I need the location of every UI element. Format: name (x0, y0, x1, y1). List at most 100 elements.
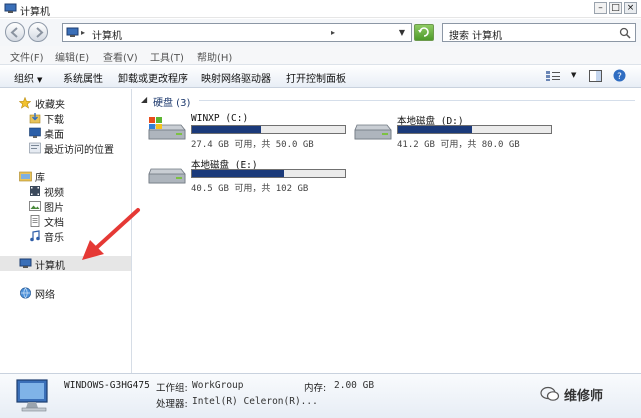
menu-file[interactable]: 文件(F) (10, 49, 44, 64)
drive-usage-fill (398, 126, 473, 133)
network-icon (20, 287, 31, 299)
memory-value: 2.00 GB (334, 380, 375, 391)
workgroup-value: WorkGroup (192, 380, 244, 391)
document-icon (30, 215, 40, 227)
drive-usage-bar (397, 125, 552, 134)
title-bar: 计算机 – □ × (0, 0, 641, 18)
watermark-text: 维修师 (564, 389, 604, 404)
content-pane: ◢ 硬盘 (3) WINXP (C:) 27.4 GB 可用，共 50.0 GB… (133, 89, 641, 373)
chevron-down-icon: ▼ (37, 76, 43, 84)
libraries-icon (19, 171, 32, 182)
minimize-button[interactable]: – (594, 2, 607, 14)
forward-arrow-icon (36, 27, 44, 38)
downloads-folder-icon (29, 113, 41, 124)
back-button[interactable] (5, 22, 25, 42)
svg-text:?: ? (617, 72, 622, 82)
sidebar-item-libraries[interactable]: 库 (0, 168, 131, 184)
processor-value: Intel(R) Celeron(R)... (192, 396, 318, 407)
back-arrow-icon (10, 27, 18, 38)
menu-bar: 文件(F) 编辑(E) 查看(V) 工具(T) 帮助(H) (0, 46, 641, 64)
desktop-icon (29, 127, 41, 138)
help-icon[interactable]: ? (613, 69, 626, 82)
music-icon (30, 230, 40, 242)
workgroup-label: 工作组: (156, 383, 188, 394)
breadcrumb-location[interactable]: 计算机 (92, 27, 122, 42)
drive-usage-fill (192, 170, 285, 177)
computer-icon (66, 27, 79, 37)
search-icon[interactable] (619, 27, 631, 39)
sidebar-label: 图片 (44, 203, 64, 214)
menu-tools[interactable]: 工具(T) (150, 49, 184, 64)
organize-button[interactable]: 组织 ▼ (14, 70, 42, 85)
menu-view[interactable]: 查看(V) (103, 49, 138, 64)
drive-usage-bar (191, 169, 346, 178)
drive-free-space: 41.2 GB 可用，共 80.0 GB (397, 140, 520, 150)
sidebar-item-downloads[interactable]: 下载 (0, 110, 131, 126)
command-bar: 组织 ▼ 系统属性 卸载或更改程序 映射网络驱动器 打开控制面板 ▼ ? (0, 64, 641, 88)
window-title: 计算机 (20, 7, 50, 18)
group-divider (199, 100, 635, 101)
sidebar-label: 网络 (35, 290, 55, 301)
refresh-button[interactable] (414, 24, 434, 41)
breadcrumb-chevron-icon[interactable]: ▸ (331, 28, 335, 37)
drive-d[interactable]: 本地磁盘 (D:) 41.2 GB 可用，共 80.0 GB (353, 113, 553, 163)
drive-usage-bar (191, 125, 346, 134)
address-row: ▸ 计算机 ▸ ▼ 搜索 计算机 (0, 19, 641, 46)
processor-label: 处理器: (156, 399, 188, 410)
menu-help[interactable]: 帮助(H) (197, 49, 232, 64)
computer-icon (4, 3, 17, 13)
organize-label: 组织 (14, 74, 34, 85)
video-icon (30, 186, 40, 196)
uninstall-program-button[interactable]: 卸载或更改程序 (118, 70, 188, 85)
drive-free-space: 40.5 GB 可用，共 102 GB (191, 184, 309, 194)
red-arrow-annotation (82, 208, 140, 260)
menu-edit[interactable]: 编辑(E) (55, 49, 89, 64)
sidebar-label: 最近访问的位置 (44, 145, 114, 156)
sidebar-item-network[interactable]: 网络 (0, 285, 131, 301)
search-placeholder: 搜索 计算机 (449, 31, 503, 42)
drive-usage-fill (192, 126, 262, 133)
sidebar-item-videos[interactable]: 视频 (0, 183, 131, 199)
sidebar-item-recent[interactable]: 最近访问的位置 (0, 140, 131, 156)
sidebar-label: 桌面 (44, 130, 64, 141)
map-network-drive-button[interactable]: 映射网络驱动器 (201, 70, 271, 85)
sidebar-item-desktop[interactable]: 桌面 (0, 125, 131, 141)
watermark: 维修师 (540, 384, 640, 404)
system-drive-icon (148, 117, 186, 140)
computer-icon (16, 379, 48, 412)
computer-icon (19, 258, 32, 268)
picture-icon (29, 201, 41, 211)
sidebar-label: 音乐 (44, 233, 64, 244)
memory-label: 内存: (304, 383, 327, 394)
sidebar-label: 库 (35, 173, 45, 184)
drive-name: WINXP (C:) (191, 113, 249, 124)
refresh-icon (418, 27, 429, 37)
sidebar-label: 收藏夹 (35, 100, 65, 111)
drive-e[interactable]: 本地磁盘 (E:) 40.5 GB 可用，共 102 GB (147, 157, 347, 207)
address-dropdown-icon[interactable]: ▼ (399, 28, 405, 37)
wechat-logo-icon (540, 386, 560, 401)
hard-disks-group-header[interactable]: ◢ 硬盘 (3) (137, 93, 637, 109)
forward-button[interactable] (28, 22, 48, 42)
maximize-button[interactable]: □ (609, 2, 622, 14)
sidebar-item-favorites[interactable]: 收藏夹 (0, 95, 131, 111)
sidebar-label: 计算机 (35, 261, 65, 272)
hard-drive-icon (354, 124, 392, 140)
sidebar-label: 下载 (44, 115, 64, 126)
change-view-icon[interactable] (545, 70, 561, 82)
search-input[interactable]: 搜索 计算机 (442, 23, 636, 42)
address-bar[interactable]: ▸ 计算机 ▸ ▼ (62, 23, 412, 42)
preview-pane-icon[interactable] (589, 70, 602, 82)
star-icon (19, 97, 31, 109)
sidebar-label: 文档 (44, 218, 64, 229)
collapse-chevron-icon[interactable]: ◢ (141, 95, 147, 104)
breadcrumb-separator-icon[interactable]: ▸ (81, 28, 85, 37)
view-dropdown-icon[interactable]: ▼ (571, 71, 576, 79)
recent-places-icon (29, 142, 41, 154)
close-button[interactable]: × (624, 2, 637, 14)
open-control-panel-button[interactable]: 打开控制面板 (286, 70, 346, 85)
system-properties-button[interactable]: 系统属性 (63, 70, 103, 85)
computer-name: WINDOWS-G3HG475 (64, 380, 150, 391)
sidebar-label: 视频 (44, 188, 64, 199)
drive-c[interactable]: WINXP (C:) 27.4 GB 可用，共 50.0 GB (147, 113, 347, 163)
